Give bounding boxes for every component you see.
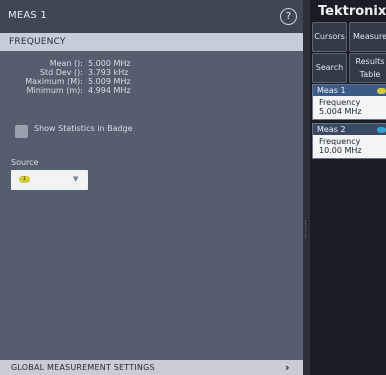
stat-label: Mean (): — [49, 59, 83, 68]
badge-title: Meas 2 — [317, 125, 346, 134]
stat-row-std-dev: Std Dev (): 3.793 kHz — [0, 68, 303, 77]
tektronix-logo: Tektronix — [318, 4, 386, 19]
source-dropdown[interactable]: 1 ▼ — [11, 170, 88, 190]
stat-label: Std Dev (): — [39, 68, 83, 77]
search-button[interactable]: Search — [312, 53, 347, 83]
badge-body: Frequency 5.004 MHz — [313, 96, 386, 119]
results-bar: Tektronix Cursors Measure Search Results… — [310, 0, 386, 375]
source-channel-1-icon — [377, 88, 386, 94]
badge-title: Meas 1 — [317, 86, 346, 95]
statistics-block: Mean (): 5.000 MHz Std Dev (): 3.793 kHz… — [0, 59, 303, 95]
stat-row-minimum: Minimum (m): 4.994 MHz — [0, 86, 303, 95]
search-button-label: Search — [315, 63, 344, 72]
meas-2-badge[interactable]: Meas 2 Frequency 10.00 MHz — [312, 123, 386, 159]
section-header[interactable]: FREQUENCY — [0, 33, 303, 51]
badge-body: Frequency 10.00 MHz — [313, 135, 386, 158]
show-stats-checkbox[interactable] — [15, 125, 28, 138]
stat-value: 5.000 MHz — [88, 59, 131, 68]
chevron-right-icon: › — [285, 361, 290, 374]
show-stats-label: Show Statistics in Badge — [34, 124, 133, 133]
stat-label: Maximum (M): — [25, 77, 83, 86]
global-settings-label: GLOBAL MEASUREMENT SETTINGS — [11, 363, 155, 372]
badge-measurement-value: 5.004 MHz — [319, 107, 362, 116]
global-measurement-settings-button[interactable]: GLOBAL MEASUREMENT SETTINGS › — [0, 360, 303, 375]
panel-splitter[interactable] — [303, 0, 310, 375]
results-button-label-1: Results — [355, 57, 385, 66]
show-stats-in-badge-toggle[interactable]: Show Statistics in Badge — [15, 124, 165, 146]
stat-row-maximum: Maximum (M): 5.009 MHz — [0, 77, 303, 86]
source-channel-2-icon — [377, 127, 386, 133]
results-table-button[interactable]: Results Table — [349, 53, 386, 83]
grip-icon — [305, 220, 308, 238]
help-icon[interactable]: ? — [280, 8, 297, 25]
badge-measurement-name: Frequency — [319, 137, 361, 146]
section-header-label: FREQUENCY — [9, 37, 66, 47]
stat-value: 4.994 MHz — [88, 86, 131, 95]
measure-button[interactable]: Measure — [349, 22, 386, 52]
panel-title: MEAS 1 — [8, 10, 47, 21]
source-channel-badge: 1 — [19, 176, 30, 183]
cursors-button-label: Cursors — [314, 32, 345, 41]
panel-title-bar: MEAS 1 ? — [0, 0, 303, 33]
stat-label: Minimum (m): — [26, 86, 83, 95]
oscilloscope-ui: MEAS 1 ? FREQUENCY Mean (): 5.000 MHz St… — [0, 0, 386, 375]
measure-button-label: Measure — [353, 32, 386, 41]
measurement-config-panel: MEAS 1 ? FREQUENCY Mean (): 5.000 MHz St… — [0, 0, 304, 375]
meas-1-badge[interactable]: Meas 1 Frequency 5.004 MHz — [312, 84, 386, 120]
stat-row-mean: Mean (): 5.000 MHz — [0, 59, 303, 68]
stat-value: 3.793 kHz — [88, 68, 129, 77]
chevron-down-icon: ▼ — [73, 175, 79, 183]
source-label: Source — [11, 158, 39, 167]
cursors-button[interactable]: Cursors — [312, 22, 347, 52]
badge-header: Meas 2 — [313, 124, 386, 135]
stat-value: 5.009 MHz — [88, 77, 131, 86]
badge-header: Meas 1 — [313, 85, 386, 96]
results-button-label-2: Table — [359, 70, 381, 79]
badge-measurement-value: 10.00 MHz — [319, 146, 362, 155]
badge-measurement-name: Frequency — [319, 98, 361, 107]
